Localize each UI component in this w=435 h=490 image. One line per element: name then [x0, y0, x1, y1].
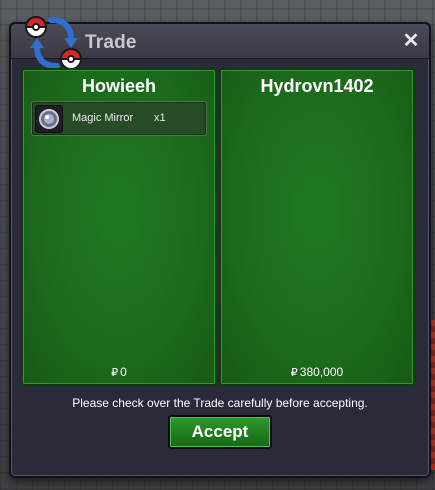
trade-notice: Please check over the Trade carefully be…: [72, 396, 368, 410]
trade-panel-right: Hydrovn1402 ₽380,000: [219, 68, 415, 386]
money-amount-right: ₽380,000: [221, 365, 413, 379]
pokeball-icon: [59, 48, 83, 70]
magic-mirror-icon: [35, 105, 63, 133]
accept-button[interactable]: Accept: [168, 415, 272, 449]
item-quantity: x1: [154, 112, 166, 124]
money-value-left: 0: [120, 365, 127, 379]
pokeball-icon: [24, 16, 48, 38]
money-amount-left: ₽0: [23, 365, 215, 379]
trade-panel-left: Howieeh Magic Mirror x1 ₽0: [21, 68, 217, 386]
currency-symbol: ₽: [111, 367, 119, 379]
trade-icon: [24, 16, 83, 70]
item-name: Magic Mirror: [72, 112, 134, 124]
currency-symbol: ₽: [290, 367, 298, 379]
player-name-left: Howieeh: [81, 76, 156, 96]
money-value-right: 380,000: [299, 365, 344, 379]
close-button[interactable]: ✕: [401, 31, 421, 51]
trade-window: Trade ✕ Howieeh Magic Mirror x1 ₽ 0 Hydr…: [9, 16, 431, 478]
trade-item-slot[interactable]: Magic Mirror x1: [31, 101, 207, 136]
player-name-right: Hydrovn1402: [260, 76, 374, 96]
window-title: Trade: [85, 32, 137, 53]
